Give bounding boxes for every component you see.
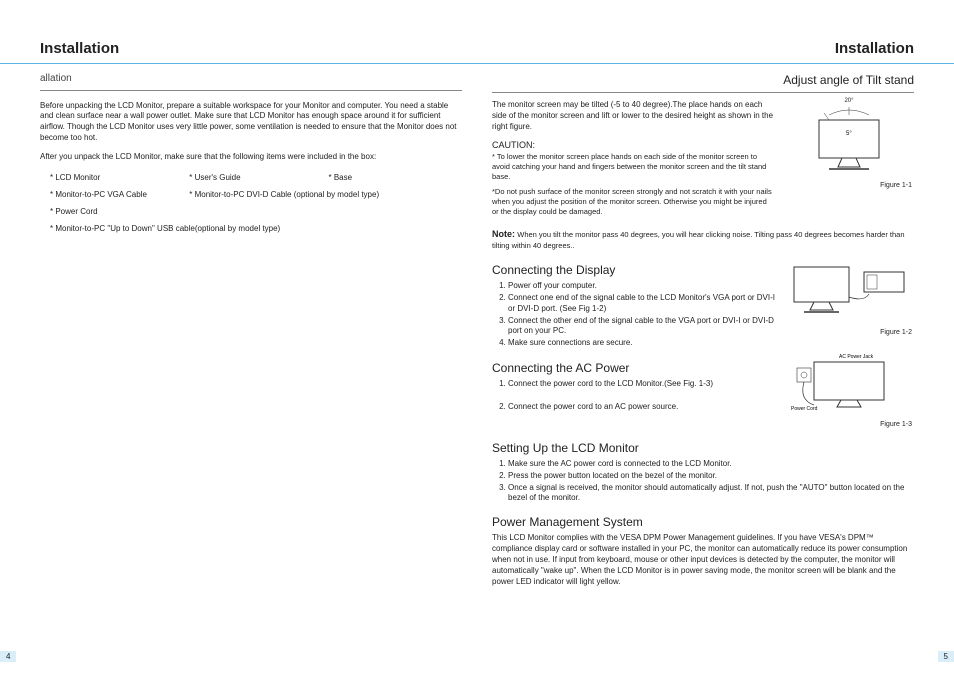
caution-heading: CAUTION:	[492, 139, 776, 151]
figure-1-1: 20° 5° Figure 1-1	[784, 97, 914, 222]
unpack-line: After you unpack the LCD Monitor, make s…	[40, 152, 462, 163]
tilt-heading: Adjust angle of Tilt stand	[492, 72, 914, 88]
list-item: * Monitor-to-PC DVI-D Cable (optional by…	[179, 187, 458, 204]
note-text: When you tilt the monitor pass 40 degree…	[492, 230, 905, 250]
connect-ac-block: Connecting the AC Power Connect the powe…	[492, 350, 914, 430]
section-fragment: allation	[40, 72, 462, 86]
connect-display-block: Connecting the Display Power off your co…	[492, 252, 914, 350]
note-line: Note: When you tilt the monitor pass 40 …	[492, 228, 914, 252]
list-item: * Base	[319, 170, 458, 187]
list-item: * User's Guide	[179, 170, 318, 187]
figure-caption: Figure 1-1	[784, 181, 914, 190]
list-item: Make sure the AC power cord is connected…	[508, 459, 914, 470]
tilt-paragraph: The monitor screen may be tilted (-5 to …	[492, 100, 776, 132]
list-item: * Power Cord	[40, 204, 462, 221]
tilt-text-col: The monitor screen may be tilted (-5 to …	[492, 97, 776, 222]
note-label: Note:	[492, 229, 515, 239]
power-cord-label: Power Cord	[791, 406, 818, 412]
page-number-right: 5	[938, 651, 954, 662]
header-right: Installation	[835, 40, 914, 57]
monitor-power-icon: AC Power Jack Power Cord	[789, 350, 909, 415]
caution-text: *Do not push surface of the monitor scre…	[492, 187, 772, 217]
subsection-rule	[40, 90, 462, 91]
list-item: Connect the power cord to an AC power so…	[508, 402, 776, 413]
list-item: Power off your computer.	[508, 281, 776, 292]
connect-ac-steps: Connect the power cord to the LCD Monito…	[492, 379, 776, 412]
list-item: * Monitor-to-PC "Up to Down" USB cable(o…	[40, 221, 462, 238]
pms-heading: Power Management System	[492, 514, 914, 530]
left-page: allation Before unpacking the LCD Monito…	[40, 64, 462, 587]
connect-ac-heading: Connecting the AC Power	[492, 360, 776, 376]
figure-caption: Figure 1-3	[784, 420, 914, 429]
page-header: Installation Installation	[0, 0, 954, 63]
list-item: Connect one end of the signal cable to t…	[508, 293, 776, 315]
subsection-rule	[492, 92, 914, 93]
connect-display-heading: Connecting the Display	[492, 262, 776, 278]
right-page: Adjust angle of Tilt stand The monitor s…	[492, 64, 914, 587]
list-item: Connect the other end of the signal cabl…	[508, 316, 776, 338]
pms-paragraph: This LCD Monitor complies with the VESA …	[492, 533, 914, 587]
ac-jack-label: AC Power Jack	[839, 354, 874, 360]
monitor-pc-icon	[789, 252, 909, 322]
tilt-block: The monitor screen may be tilted (-5 to …	[492, 97, 914, 222]
page-number-left: 4	[0, 651, 16, 662]
list-item: Once a signal is received, the monitor s…	[508, 483, 914, 505]
content-columns: allation Before unpacking the LCD Monito…	[0, 64, 954, 587]
monitor-tilt-icon: 5°	[794, 105, 904, 175]
figure-1-3: AC Power Jack Power Cord Figure 1-3	[784, 350, 914, 430]
list-item: * Monitor-to-PC VGA Cable	[40, 187, 179, 204]
setup-steps: Make sure the AC power cord is connected…	[492, 459, 914, 504]
intro-paragraph: Before unpacking the LCD Monitor, prepar…	[40, 101, 462, 144]
box-contents-list: * LCD Monitor * User's Guide * Base * Mo…	[40, 170, 462, 237]
caution-text: * To lower the monitor screen place hand…	[492, 152, 772, 182]
list-item: Connect the power cord to the LCD Monito…	[508, 379, 776, 390]
list-item: * LCD Monitor	[40, 170, 179, 187]
figure-1-2: Figure 1-2	[784, 252, 914, 350]
header-left: Installation	[40, 40, 119, 57]
list-item: Make sure connections are secure.	[508, 338, 776, 349]
figure-caption: Figure 1-2	[784, 328, 914, 337]
tilt-degree-label: 20°	[784, 97, 914, 105]
tilt-degree-inner: 5°	[846, 131, 852, 137]
connect-display-steps: Power off your computer. Connect one end…	[492, 281, 776, 349]
list-item: Press the power button located on the be…	[508, 471, 914, 482]
setup-heading: Setting Up the LCD Monitor	[492, 440, 914, 456]
